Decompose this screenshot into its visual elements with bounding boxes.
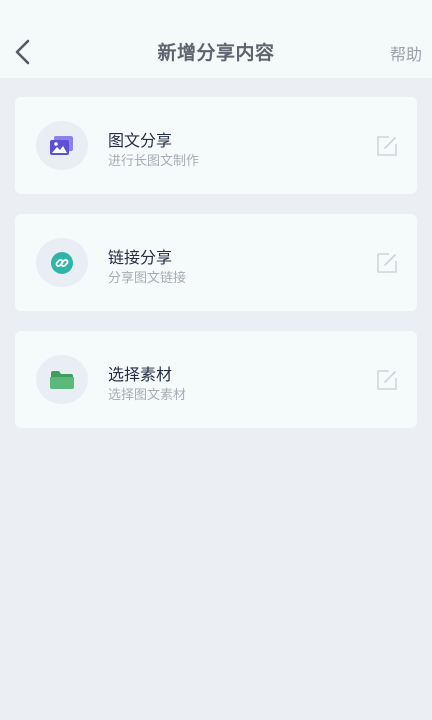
card-subtitle: 分享图文链接 — [108, 271, 187, 286]
edit-icon[interactable] — [375, 251, 399, 275]
card-subtitle: 进行长图文制作 — [108, 154, 200, 169]
help-link[interactable]: 帮助 — [390, 41, 422, 65]
card-image-text-share[interactable]: 图文分享 进行长图文制作 — [15, 97, 417, 194]
card-subtitle: 选择图文素材 — [108, 388, 187, 403]
image-gallery-icon — [50, 135, 73, 155]
card-title: 图文分享 — [108, 131, 173, 150]
card-icon-container — [36, 238, 88, 287]
edit-icon[interactable] — [375, 368, 399, 392]
card-select-material[interactable]: 选择素材 选择图文素材 — [15, 331, 417, 428]
edit-icon[interactable] — [375, 134, 399, 158]
card-title: 链接分享 — [108, 248, 173, 267]
folder-icon — [50, 370, 74, 389]
top-bar: 新增分享内容 帮助 — [0, 0, 432, 78]
page-title: 新增分享内容 — [157, 42, 275, 64]
card-title: 选择素材 — [108, 365, 173, 384]
card-link-share[interactable]: 链接分享 分享图文链接 — [15, 214, 417, 311]
link-icon — [51, 251, 73, 274]
card-icon-container — [36, 355, 88, 404]
card-icon-container — [36, 121, 88, 170]
